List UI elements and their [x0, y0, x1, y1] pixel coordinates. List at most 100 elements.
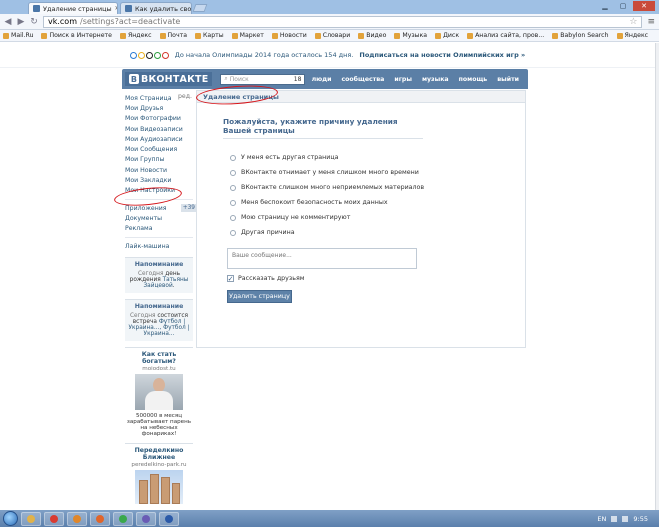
bookmark-item[interactable]: Новости — [271, 32, 307, 39]
vk-logo[interactable]: В ВКОНТАКТЕ — [125, 72, 213, 86]
bookmark-item[interactable]: Яндекс — [119, 32, 152, 39]
bookmark-item[interactable]: Mail.Ru — [3, 32, 33, 39]
reason-radio[interactable]: ВКонтакте отнимает у меня слишком много … — [230, 165, 525, 180]
sidebar-item-ads[interactable]: Реклама — [125, 224, 197, 234]
system-tray: EN 9:55 — [597, 515, 656, 523]
reason-radio[interactable]: Мою страницу не комментируют — [230, 210, 525, 225]
bookmark-item[interactable]: Анализ сайта, пров... — [467, 32, 544, 39]
delete-page-button[interactable]: Удалить страницу — [227, 290, 292, 303]
bookmark-item[interactable]: Карты — [195, 32, 224, 39]
sidebar-item-like-machine[interactable]: Лайк-машина — [125, 241, 197, 251]
clock[interactable]: 9:55 — [633, 515, 648, 523]
menu-communities[interactable]: сообщества — [341, 76, 384, 83]
bookmark-item[interactable]: Словари — [314, 32, 350, 39]
start-button[interactable] — [3, 511, 18, 526]
language-indicator[interactable]: EN — [597, 515, 606, 523]
ad-title[interactable]: Как стать богатым? — [125, 351, 193, 365]
menu-music[interactable]: музыка — [422, 76, 449, 83]
radio-icon[interactable] — [230, 184, 236, 191]
sidebar-item-videos[interactable]: Мои Видеозаписи — [125, 124, 197, 134]
search-input[interactable]: ⌕ Поиск 18 — [220, 73, 306, 85]
sidebar-item-audio[interactable]: Мои Аудиозаписи — [125, 134, 197, 144]
sidebar-ad[interactable]: Как стать богатым? moiodost.tu 500000 в … — [125, 347, 193, 437]
ad-image[interactable] — [135, 374, 183, 411]
browser-tab-active[interactable]: Удаление страницы ✕ — [28, 2, 118, 14]
checkbox-checked-icon[interactable]: ✓ — [227, 275, 234, 282]
sidebar-ad[interactable]: Переделкино Ближнее peredelkino-park.ru — [125, 443, 193, 505]
volume-icon[interactable] — [622, 515, 629, 522]
back-arrow-icon[interactable]: ◀ — [4, 17, 12, 27]
bookmark-item[interactable]: Диск — [435, 32, 459, 39]
taskbar-word[interactable] — [159, 511, 179, 526]
bookmark-item[interactable]: Поиск в Интернете — [41, 32, 112, 39]
sidebar-item-apps[interactable]: Приложения +39 — [125, 203, 197, 213]
bookmark-item[interactable]: Маркет — [231, 32, 264, 39]
bookmark-star-icon[interactable]: ☆ — [629, 17, 637, 27]
bookmark-item[interactable]: Почта — [159, 32, 187, 39]
chrome-icon — [50, 514, 58, 523]
taskbar-chrome[interactable] — [44, 511, 64, 526]
sidebar-item-messages[interactable]: Мои Сообщения — [125, 144, 197, 154]
sidebar-item-photos[interactable]: Мои Фотографии — [125, 114, 197, 124]
address-bar[interactable]: vk.com/settings?act=deactivate ☆ — [43, 15, 643, 28]
sidebar-item-news[interactable]: Мои Новости — [125, 165, 197, 175]
promo-text: До начала Олимпиады 2014 года осталось 1… — [174, 51, 354, 59]
taskbar-paint[interactable] — [113, 511, 133, 526]
left-sidebar: Моя Страница ред. Мои Друзья Мои Фотограф… — [125, 93, 197, 505]
menu-games[interactable]: игры — [394, 76, 412, 83]
sidebar-item-settings[interactable]: Мои Настройки — [125, 186, 197, 196]
taskbar-photo[interactable] — [136, 511, 156, 526]
radio-icon[interactable] — [230, 214, 236, 221]
sidebar-item-bookmarks[interactable]: Мои Закладки — [125, 175, 197, 185]
sidebar-item-documents[interactable]: Документы — [125, 213, 197, 223]
browser-tab[interactable]: Как удалить свою стра — [120, 2, 192, 14]
explorer-icon — [27, 514, 35, 523]
close-window-icon[interactable]: ✕ — [633, 1, 655, 11]
reason-radio[interactable]: У меня есть другая страница — [230, 150, 525, 165]
reason-radio[interactable]: Меня беспокоит безопасность моих данных — [230, 195, 525, 210]
reason-radio[interactable]: ВКонтакте слишком много неприемлемых мат… — [230, 180, 525, 195]
bookmark-item[interactable]: Яндекс — [616, 32, 648, 39]
sidebar-item-my-page[interactable]: Моя Страница ред. — [125, 93, 197, 103]
sidebar-item-groups[interactable]: Мои Группы — [125, 155, 197, 165]
menu-logout[interactable]: выйти — [497, 76, 519, 83]
bookmark-item[interactable]: Видео — [358, 32, 386, 39]
reload-icon[interactable]: ↻ — [30, 17, 38, 27]
page-title: Пожалуйста, укажите причину удаления Ваш… — [223, 117, 423, 139]
page-favicon-icon — [125, 5, 132, 12]
forward-arrow-icon[interactable]: ▶ — [17, 17, 25, 27]
tab-close-icon[interactable]: ✕ — [115, 5, 117, 12]
settings-wrench-icon[interactable]: ≡ — [647, 17, 655, 27]
radio-icon[interactable] — [230, 154, 236, 161]
menu-help[interactable]: помощь — [459, 76, 488, 83]
bookmark-item[interactable]: Babylon Search — [552, 32, 609, 39]
bookmark-icon — [119, 32, 126, 39]
browser-tabbar: Удаление страницы ✕ Как удалить свою стр… — [0, 0, 659, 14]
vk-favicon-icon — [33, 5, 40, 12]
radio-icon[interactable] — [230, 199, 236, 206]
ad-image[interactable] — [135, 470, 183, 505]
olympics-promo-banner: До начала Олимпиады 2014 года осталось 1… — [0, 43, 655, 68]
network-icon[interactable] — [611, 515, 618, 522]
sidebar-item-friends[interactable]: Мои Друзья — [125, 103, 197, 113]
menu-people[interactable]: люди — [312, 76, 332, 83]
tell-friends-checkbox[interactable]: ✓ Рассказать друзьям — [227, 275, 525, 282]
radio-icon[interactable] — [230, 169, 236, 176]
minimize-icon[interactable]: ▁ — [597, 1, 613, 11]
taskbar-explorer[interactable] — [21, 511, 41, 526]
sidebar-edit-link[interactable]: ред. — [178, 93, 192, 100]
bookmark-icon — [41, 32, 48, 39]
maximize-icon[interactable]: ▢ — [615, 1, 631, 11]
promo-subscribe-link[interactable]: Подписаться на новости Олимпийских игр » — [359, 51, 525, 59]
new-tab-button[interactable] — [192, 4, 208, 12]
radio-icon[interactable] — [230, 229, 236, 236]
page-scrollbar[interactable] — [655, 43, 659, 510]
bookmark-item[interactable]: Музыка — [394, 32, 427, 39]
taskbar-firefox[interactable] — [90, 511, 110, 526]
message-textarea[interactable] — [227, 248, 417, 269]
sidebar-divider — [125, 198, 193, 200]
olympic-rings-icon — [129, 51, 169, 59]
reason-radio[interactable]: Другая причина — [230, 225, 525, 240]
taskbar-opera[interactable] — [67, 511, 87, 526]
ad-title[interactable]: Переделкино Ближнее — [125, 447, 193, 461]
